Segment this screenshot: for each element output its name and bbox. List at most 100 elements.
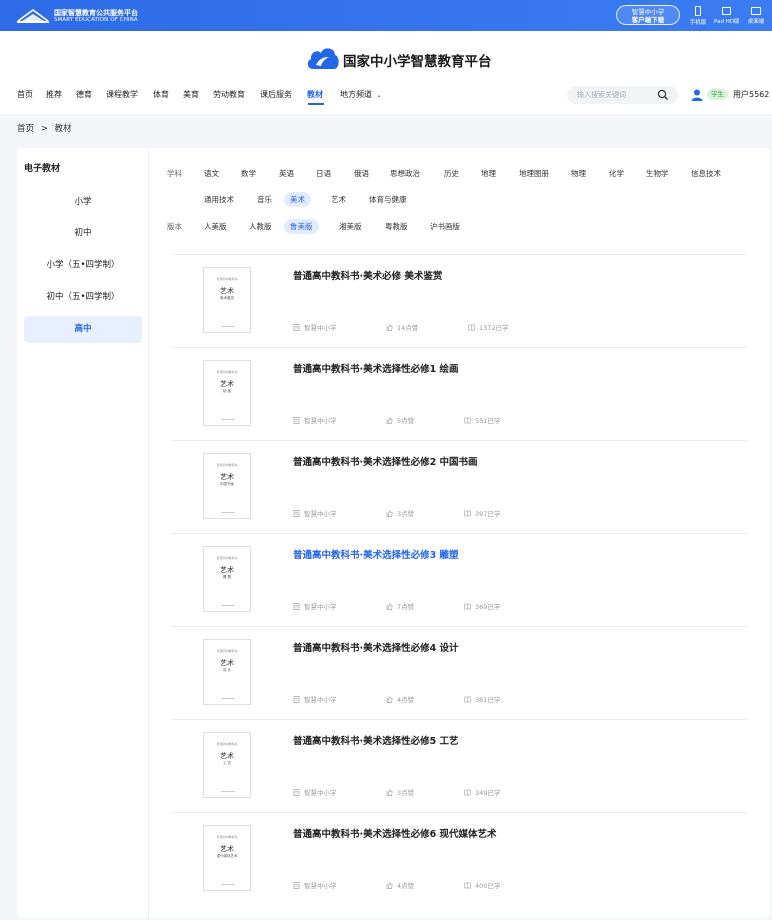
nav-item-courses[interactable]: 课程教学 (106, 89, 138, 101)
book-item[interactable]: 普通高中教科书 艺术 中国书画 普通高中教科书·美术选择性必修2 中国书画 智慧… (172, 440, 747, 533)
book-icon (464, 882, 471, 889)
nav-item-recommend[interactable]: 推荐 (46, 89, 62, 101)
book-likes: 4点赞 (386, 880, 414, 890)
search-icon[interactable] (657, 89, 669, 101)
cover-series: 普通高中教科书 (216, 370, 238, 374)
nav-item-labor[interactable]: 劳动教育 (213, 89, 245, 101)
nav-item-textbooks[interactable]: 教材 (307, 89, 323, 101)
sidebar-item-primary-54[interactable]: 小学（五•四学制） (24, 252, 142, 279)
book-title[interactable]: 普通高中教科书·美术选择性必修1 绘画 (293, 361, 459, 375)
book-title[interactable]: 普通高中教科书·美术选择性必修6 现代媒体艺术 (293, 826, 497, 840)
nav-active-indicator (308, 103, 324, 105)
nav-item-moral[interactable]: 德育 (76, 89, 92, 101)
book-title[interactable]: 普通高中教科书·美术选择性必修4 设计 (293, 640, 459, 654)
book-title[interactable]: 普通高中教科书·美术必修 美术鉴赏 (293, 268, 442, 282)
edition-chip-renjiao[interactable]: 人教版 (243, 219, 278, 234)
desktop-version-link[interactable]: 桌面端 (744, 4, 768, 28)
cover-divider (221, 884, 235, 885)
edition-chip-lumei[interactable]: 鲁美版 (284, 219, 319, 234)
thumbs-up-icon (386, 696, 393, 703)
book-cover[interactable]: 普通高中教科书 艺术 设 计 (203, 639, 251, 705)
client-download-button[interactable]: 智慧中小学 客户端下载 (616, 5, 680, 25)
subject-chip-fine-arts[interactable]: 美术 (284, 192, 311, 207)
edition-chip-xiangmei[interactable]: 湘美版 (333, 219, 368, 234)
subject-chip-biology[interactable]: 生物学 (640, 166, 675, 181)
learners-text: 397已学 (475, 510, 501, 518)
mobile-version-link[interactable]: 手机版 (686, 4, 710, 28)
subject-chip-music[interactable]: 音乐 (251, 192, 278, 207)
document-icon (293, 882, 300, 889)
book-title[interactable]: 普通高中教科书·美术选择性必修3 雕塑 (293, 547, 459, 561)
book-item[interactable]: 普通高中教科书 艺术 现代媒体艺术 普通高中教科书·美术选择性必修6 现代媒体艺… (172, 812, 747, 905)
breadcrumb-home[interactable]: 首页 (17, 124, 34, 134)
subject-chip-russian[interactable]: 俄语 (348, 166, 375, 181)
subject-chip-geography[interactable]: 地理 (475, 166, 502, 181)
search-input[interactable]: 输入搜索关键词 (577, 90, 626, 100)
book-item[interactable]: 普通高中教科书 艺术 美术鉴赏 普通高中教科书·美术必修 美术鉴赏 智慧中小学 … (172, 254, 747, 347)
book-likes: 7点赞 (386, 601, 414, 611)
book-cover[interactable]: 普通高中教科书 艺术 工 艺 (203, 732, 251, 798)
nav-item-local-channel[interactable]: 地方频道 ⌄ (340, 89, 382, 102)
subject-chip-japanese[interactable]: 日语 (310, 166, 337, 181)
book-cover[interactable]: 普通高中教科书 艺术 美术鉴赏 (203, 267, 251, 333)
subject-chip-history[interactable]: 历史 (438, 166, 465, 181)
book-item[interactable]: 普通高中教科书 艺术 绘 画 普通高中教科书·美术选择性必修1 绘画 智慧中小学… (172, 347, 747, 440)
cover-divider (221, 698, 235, 699)
platform-name-en: SMART EDUCATION OF CHINA (54, 17, 138, 23)
subject-chip-physics[interactable]: 物理 (565, 166, 592, 181)
thumbs-up-icon (386, 510, 393, 517)
thumbs-up-icon (386, 324, 393, 331)
sidebar-item-senior[interactable]: 高中 (24, 316, 142, 343)
book-cover[interactable]: 普通高中教科书 艺术 绘 画 (203, 360, 251, 426)
book-title[interactable]: 普通高中教科书·美术选择性必修5 工艺 (293, 733, 459, 747)
nav-item-after-school[interactable]: 课后服务 (260, 89, 292, 101)
cover-title: 艺术 (220, 566, 234, 574)
book-cover[interactable]: 普通高中教科书 艺术 中国书画 (203, 453, 251, 519)
sidebar-item-junior[interactable]: 初中 (24, 220, 142, 247)
edition-chip-hushuhua[interactable]: 沪书画版 (424, 219, 466, 234)
search-box[interactable]: 输入搜索关键词 (567, 86, 678, 104)
avatar-icon[interactable] (690, 88, 704, 102)
cover-title: 艺术 (220, 845, 234, 853)
thumbs-up-icon (386, 417, 393, 424)
book-item[interactable]: 普通高中教科书 艺术 雕 塑 普通高中教科书·美术选择性必修3 雕塑 智慧中小学… (172, 533, 747, 626)
document-icon (293, 696, 300, 703)
subject-chip-atlas[interactable]: 地理图册 (513, 166, 555, 181)
edition-chip-yuejiao[interactable]: 粤教版 (379, 219, 414, 234)
nav-local-label: 地方频道 (340, 90, 372, 99)
book-item[interactable]: 普通高中教科书 艺术 设 计 普通高中教科书·美术选择性必修4 设计 智慧中小学… (172, 626, 747, 719)
cover-divider (221, 419, 235, 420)
book-publisher: 智慧中小学 (293, 601, 337, 611)
cover-title: 艺术 (220, 752, 234, 760)
book-title[interactable]: 普通高中教科书·美术选择性必修2 中国书画 (293, 454, 478, 468)
subject-chip-general-tech[interactable]: 通用技术 (198, 192, 240, 207)
book-item[interactable]: 普通高中教科书 艺术 工 艺 普通高中教科书·美术选择性必修5 工艺 智慧中小学… (172, 719, 747, 812)
cover-series: 普通高中教科书 (216, 556, 238, 560)
subject-chip-art[interactable]: 艺术 (325, 192, 352, 207)
edition-filter-label: 版本 (167, 222, 182, 231)
book-cover[interactable]: 普通高中教科书 艺术 现代媒体艺术 (203, 825, 251, 891)
nav-item-aesthetic[interactable]: 美育 (183, 89, 199, 101)
sidebar-item-primary[interactable]: 小学 (24, 189, 142, 216)
subject-chip-math[interactable]: 数学 (235, 166, 262, 181)
subject-chip-chemistry[interactable]: 化学 (603, 166, 630, 181)
subject-chip-it[interactable]: 信息技术 (685, 166, 727, 181)
subject-chip-chinese[interactable]: 语文 (198, 166, 225, 181)
subject-chip-politics[interactable]: 思想政治 (384, 166, 426, 181)
sidebar-item-junior-54[interactable]: 初中（五•四学制） (24, 284, 142, 311)
cover-series: 普通高中教科书 (216, 649, 238, 653)
book-cover[interactable]: 普通高中教科书 艺术 雕 塑 (203, 546, 251, 612)
pad-version-label: Pad HD版 (714, 19, 740, 25)
sidebar: 电子教材 小学 初中 小学（五•四学制） 初中（五•四学制） 高中 (17, 148, 149, 918)
pad-version-link[interactable]: Pad HD版 (714, 4, 740, 28)
nav-item-home[interactable]: 首页 (17, 89, 33, 101)
nav-item-sports[interactable]: 体育 (153, 89, 169, 101)
likes-text: 3点赞 (397, 510, 415, 518)
subject-chip-pe-health[interactable]: 体育与健康 (363, 192, 413, 207)
subject-chip-english[interactable]: 英语 (273, 166, 300, 181)
edition-chip-renmei[interactable]: 人美版 (198, 219, 233, 234)
user-name[interactable]: 用户5562 (733, 89, 769, 100)
cover-divider (221, 605, 235, 606)
cover-subtitle: 中国书画 (220, 482, 234, 486)
platform-logo-icon[interactable] (16, 7, 50, 24)
